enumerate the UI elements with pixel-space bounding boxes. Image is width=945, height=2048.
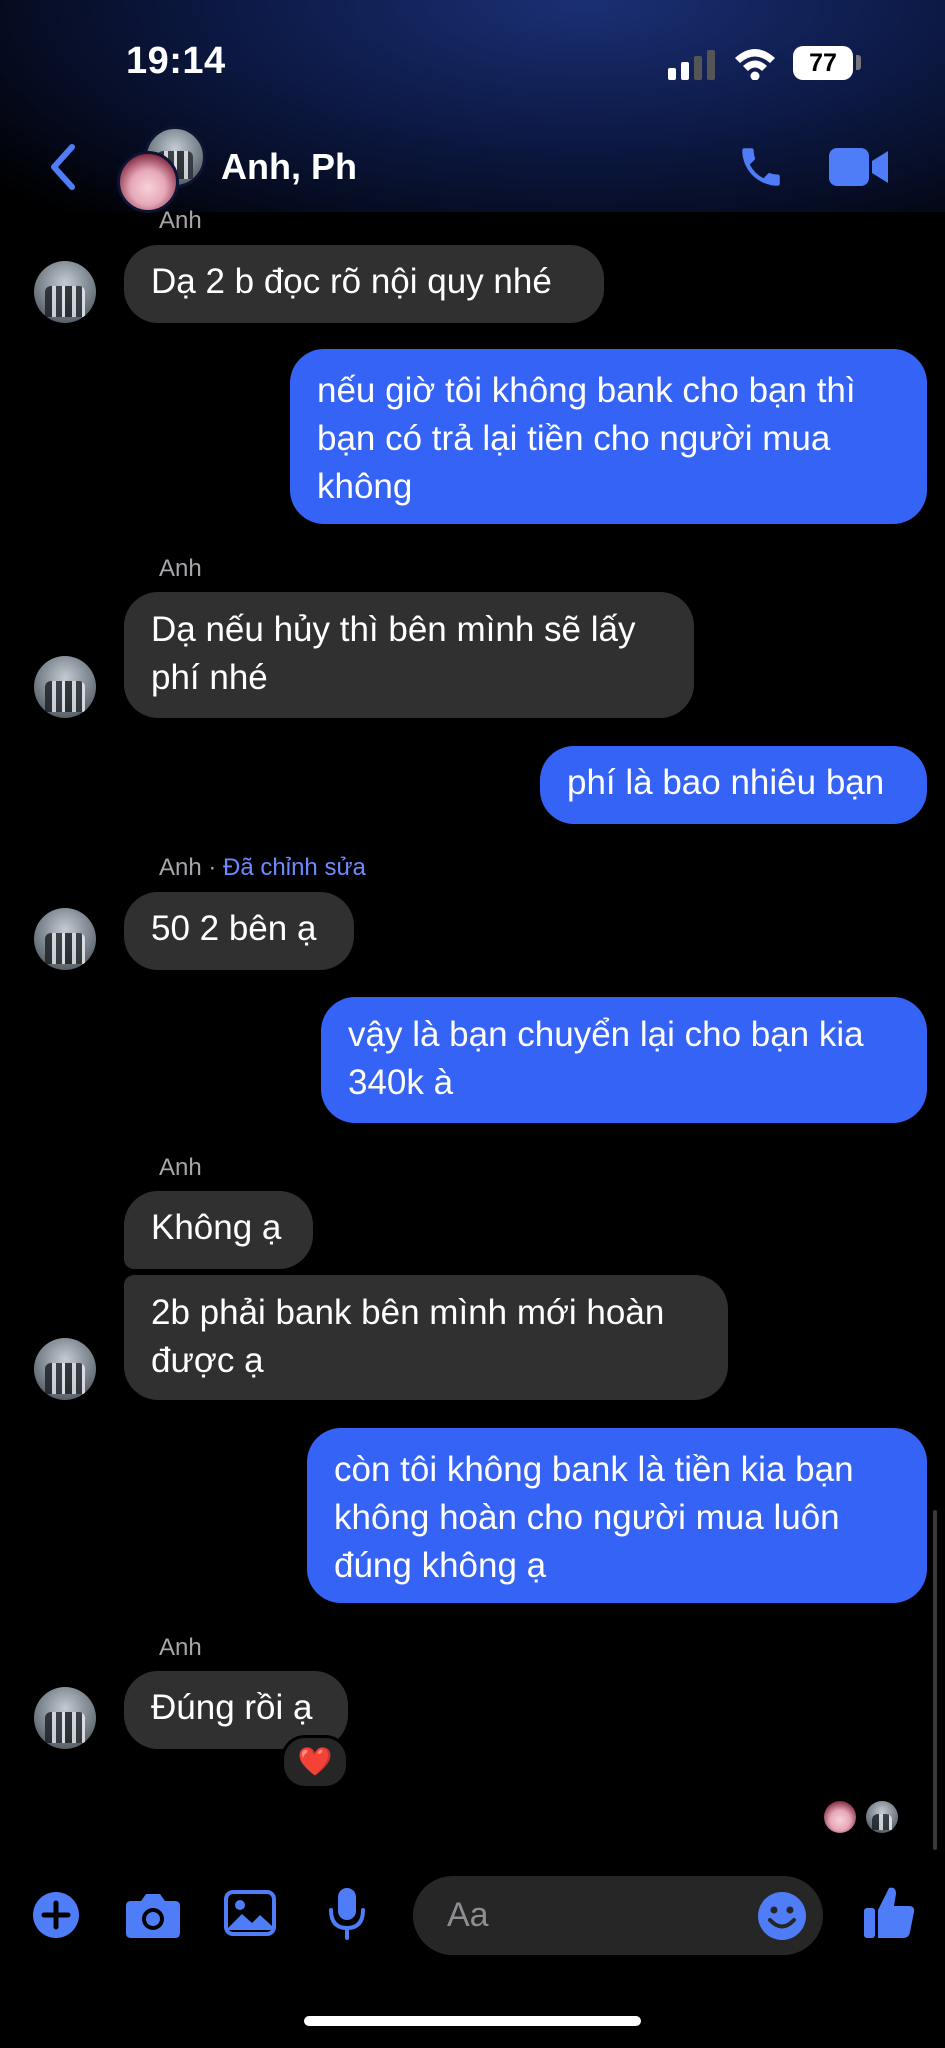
message-input-placeholder: Aa xyxy=(447,1896,489,1934)
heart-reaction[interactable]: ❤️ xyxy=(281,1735,349,1789)
group-avatar-front[interactable] xyxy=(117,151,179,213)
incoming-message[interactable]: 2b phải bank bên mình mới hoàn được ạ xyxy=(124,1275,728,1400)
sender-avatar[interactable] xyxy=(34,908,96,970)
outgoing-message[interactable]: phí là bao nhiêu bạn xyxy=(540,746,927,824)
sender-name: Anh xyxy=(159,207,202,234)
scrollbar[interactable] xyxy=(933,1510,937,1850)
back-chevron-icon[interactable] xyxy=(46,143,78,191)
incoming-message[interactable]: 50 2 bên ạ xyxy=(124,892,354,970)
video-call-icon[interactable] xyxy=(829,146,889,188)
battery-cap xyxy=(856,55,861,70)
outgoing-message[interactable]: vậy là bạn chuyển lại cho bạn kia 340k à xyxy=(321,997,927,1123)
incoming-message[interactable]: Không ạ xyxy=(124,1191,313,1269)
sender-avatar[interactable] xyxy=(34,1687,96,1749)
incoming-message[interactable]: Dạ nếu hủy thì bên mình sẽ lấy phí nhé xyxy=(124,592,694,718)
wifi-icon xyxy=(735,49,775,80)
incoming-message[interactable]: Dạ 2 b đọc rõ nội quy nhé xyxy=(124,245,604,323)
plus-icon[interactable] xyxy=(32,1891,80,1939)
sender-name: Anh xyxy=(159,1154,202,1181)
phone-call-icon[interactable] xyxy=(736,142,786,192)
battery-level: 77 xyxy=(809,49,837,77)
status-time: 19:14 xyxy=(126,40,226,82)
sender-name: Anh xyxy=(159,854,202,881)
sender-name: Anh xyxy=(159,1634,202,1661)
home-indicator[interactable] xyxy=(304,2016,641,2026)
thumbs-up-icon[interactable] xyxy=(862,1884,916,1940)
outgoing-message[interactable]: còn tôi không bank là tiền kia bạn không… xyxy=(307,1428,927,1603)
camera-icon[interactable] xyxy=(125,1891,181,1939)
microphone-icon[interactable] xyxy=(327,1886,367,1942)
seen-avatar xyxy=(866,1801,898,1833)
image-gallery-icon[interactable] xyxy=(224,1890,276,1936)
emoji-icon[interactable] xyxy=(757,1891,807,1941)
chat-title[interactable]: Anh, Ph xyxy=(221,146,357,188)
seen-avatar xyxy=(824,1801,856,1833)
sender-avatar[interactable] xyxy=(34,656,96,718)
cellular-signal-icon xyxy=(668,50,715,80)
battery-icon: 77 xyxy=(793,46,853,80)
outgoing-message[interactable]: nếu giờ tôi không bank cho bạn thì bạn c… xyxy=(290,349,927,524)
meta-separator: · xyxy=(208,854,224,881)
sender-name: Anh xyxy=(159,555,202,582)
sender-avatar[interactable] xyxy=(34,261,96,323)
sender-meta: Anh · Đã chỉnh sửa xyxy=(159,854,366,882)
edited-label[interactable]: Đã chỉnh sửa xyxy=(223,854,366,881)
sender-avatar[interactable] xyxy=(34,1338,96,1400)
